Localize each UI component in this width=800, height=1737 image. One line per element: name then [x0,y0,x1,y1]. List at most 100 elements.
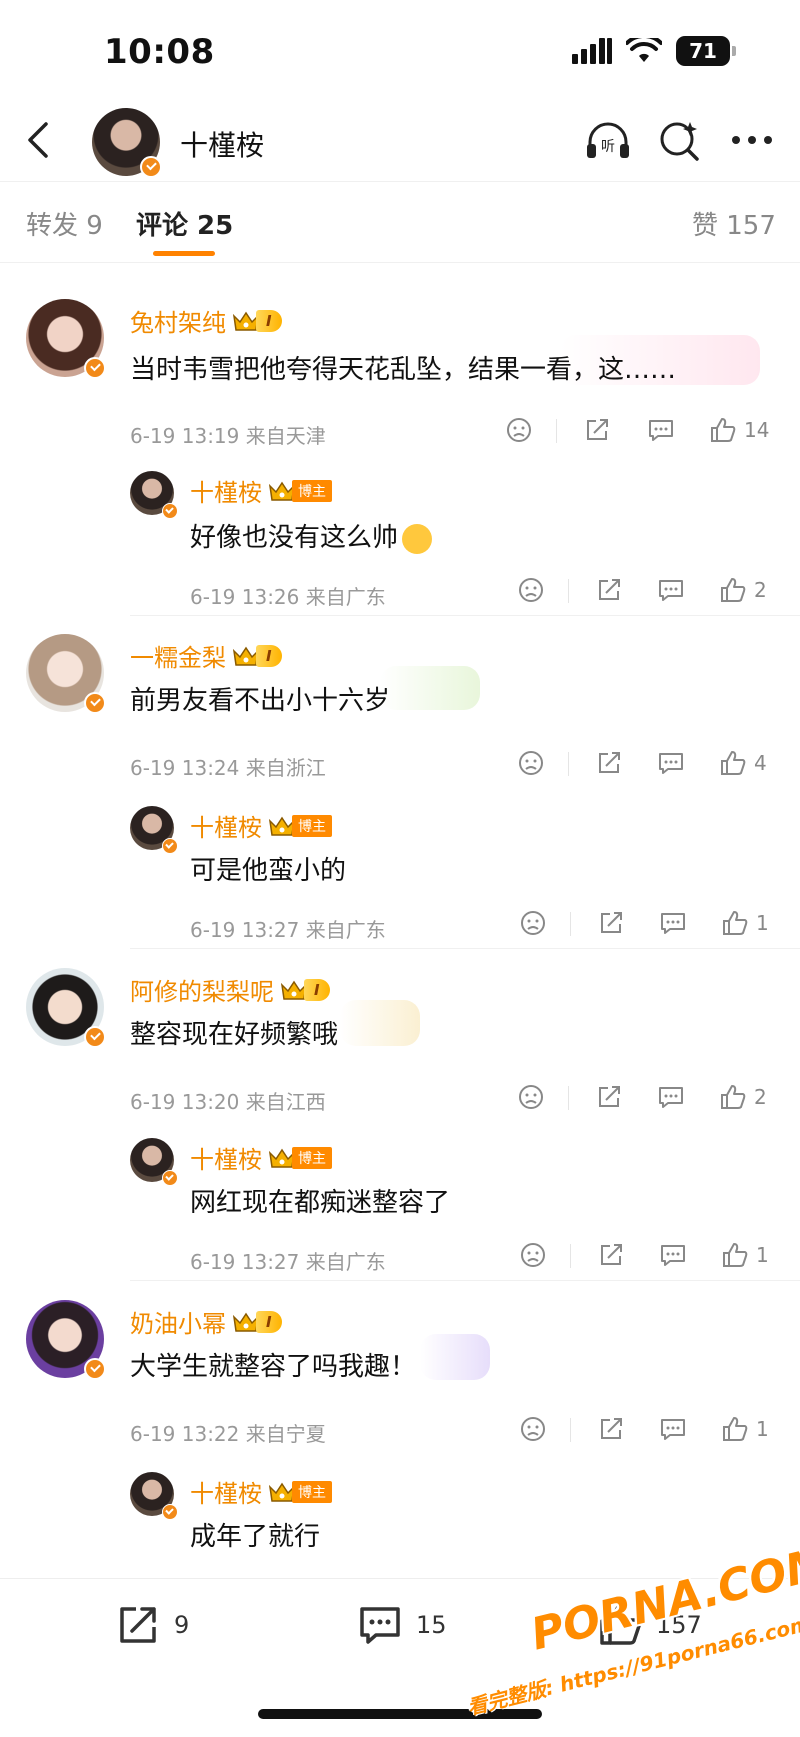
comment-text: 整容现在好频繁哦 [130,1020,339,1050]
like-button[interactable]: 2 [718,575,767,605]
home-indicator [258,1709,542,1719]
like-button[interactable]: 1 [720,1240,769,1270]
comment-username[interactable]: 奶油小幂 [130,1304,226,1339]
more-button[interactable] [726,114,778,166]
verified-badge-icon [84,1026,106,1048]
separator [556,419,557,443]
avatar[interactable] [130,471,178,519]
dislike-button[interactable] [518,1414,548,1444]
share-icon [594,575,624,605]
like-button[interactable]: 2 [718,1082,767,1112]
share-icon [596,1414,626,1444]
repost-button[interactable]: 9 [114,1601,189,1649]
avatar[interactable] [26,1300,106,1380]
headphones-icon: 听 [587,122,629,158]
like-button[interactable]: 4 [718,748,767,778]
like-icon [720,908,750,938]
dislike-button[interactable] [518,1240,548,1270]
comment-button[interactable]: 15 [356,1601,447,1649]
more-icon [732,136,772,144]
avatar[interactable] [26,634,106,714]
reply-meta: 6-19 13:27 来自广东 [190,1250,386,1274]
host-badge: 博主 [292,1146,332,1169]
reply-username[interactable]: 十槿桉 [190,1140,262,1175]
reply-button[interactable] [658,908,688,938]
comment-meta: 6-19 13:20 来自江西 [130,1090,326,1114]
comment-icon [656,575,686,605]
separator [568,752,569,776]
reply-button[interactable] [658,1240,688,1270]
share-button[interactable] [596,1414,626,1444]
comment-meta: 6-19 13:19 来自天津 [130,424,326,448]
search-button[interactable] [654,114,706,166]
level-badge: I [256,1310,282,1333]
divider [130,615,800,616]
tab-reposts[interactable]: 转发 9 [26,205,103,242]
status-time: 10:08 [104,32,215,72]
avatar[interactable] [130,1472,178,1520]
dislike-button[interactable] [504,415,534,445]
share-button[interactable] [594,575,624,605]
tab-likes[interactable]: 赞 157 [692,205,776,242]
share-button[interactable] [596,908,626,938]
share-button[interactable] [594,748,624,778]
avatar[interactable] [26,968,106,1048]
comment-icon [656,748,686,778]
like-icon [718,748,748,778]
avatar[interactable] [130,1138,178,1186]
reply-button[interactable] [646,415,676,445]
avatar[interactable] [26,299,106,379]
frown-face-icon [516,1082,546,1112]
svg-text:听: 听 [601,139,615,155]
dislike-button[interactable] [518,908,548,938]
like-button[interactable]: 1 [720,1414,769,1444]
comment-meta: 6-19 13:24 来自浙江 [130,756,326,780]
like-count: 157 [656,1611,702,1639]
comment-decoration [380,666,480,710]
like-button[interactable]: 157 [596,1601,702,1649]
like-icon [600,1605,641,1645]
tab-comments[interactable]: 评论 25 [136,205,233,242]
divider [130,1280,800,1281]
verified-badge-icon [84,357,106,379]
like-button[interactable]: 14 [708,415,769,445]
tab-active-indicator [153,251,215,256]
host-badge: 博主 [292,479,332,502]
reply-text: 可是他蛮小的 [190,856,347,886]
avatar[interactable] [92,108,162,178]
comment-username[interactable]: 兔村架纯 [130,303,226,338]
comment-icon [658,1414,688,1444]
avatar[interactable] [130,806,178,854]
reply-text: 好像也没有这么帅 [190,517,433,554]
like-count: 1 [756,1243,769,1267]
share-button[interactable] [594,1082,624,1112]
reply-button[interactable] [656,748,686,778]
search-sparkle-icon [660,122,699,161]
comment-decoration [420,1334,490,1380]
reply-username[interactable]: 十槿桉 [190,473,262,508]
comment-username[interactable]: 一糯金梨 [130,638,226,673]
separator [568,579,569,603]
separator [570,1244,571,1268]
reply-button[interactable] [656,575,686,605]
verified-badge-icon [162,1504,178,1520]
comment-username[interactable]: 阿修的梨梨呢 [130,972,274,1007]
listen-button[interactable]: 听 [582,114,634,166]
reply-button[interactable] [658,1414,688,1444]
share-button[interactable] [582,415,612,445]
reply-username[interactable]: 十槿桉 [190,1474,262,1509]
share-button[interactable] [596,1240,626,1270]
share-icon [596,908,626,938]
dislike-button[interactable] [516,748,546,778]
like-icon [708,415,738,445]
comment-icon [658,908,688,938]
dislike-button[interactable] [516,1082,546,1112]
comment-decoration [340,1000,420,1046]
back-icon[interactable] [18,118,62,162]
repost-icon [120,1607,156,1643]
reply-button[interactable] [656,1082,686,1112]
like-button[interactable]: 1 [720,908,769,938]
comment-icon [646,415,676,445]
reply-username[interactable]: 十槿桉 [190,808,262,843]
dislike-button[interactable] [516,575,546,605]
